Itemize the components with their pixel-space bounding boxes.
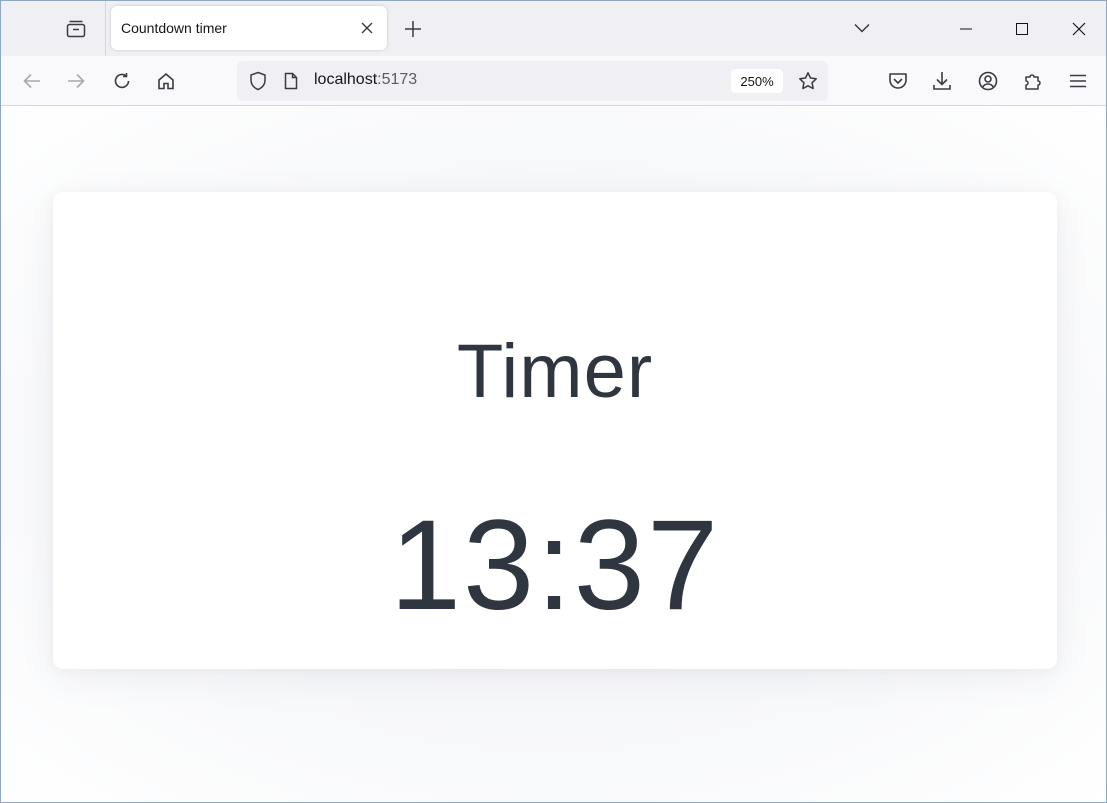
- plus-icon: [404, 20, 422, 38]
- download-icon: [932, 71, 952, 91]
- tab-manager-button[interactable]: [61, 14, 91, 44]
- tab-title: Countdown timer: [121, 20, 227, 36]
- new-tab-button[interactable]: [399, 15, 427, 43]
- maximize-button[interactable]: [999, 1, 1045, 56]
- url-host: localhost: [314, 71, 378, 88]
- tab-manager-icon: [66, 20, 86, 38]
- bookmark-star-icon[interactable]: [793, 66, 823, 96]
- back-button[interactable]: [17, 66, 47, 96]
- navigation-toolbar: localhost:5173 250%: [1, 56, 1106, 106]
- extensions-button[interactable]: [1018, 66, 1048, 96]
- pocket-button[interactable]: [883, 66, 913, 96]
- forward-button[interactable]: [61, 66, 91, 96]
- window-close-button[interactable]: [1056, 1, 1102, 56]
- account-button[interactable]: [973, 66, 1003, 96]
- close-icon: [361, 22, 373, 34]
- downloads-button[interactable]: [927, 66, 957, 96]
- chevron-down-icon: [854, 23, 870, 33]
- tab-countdown-timer[interactable]: Countdown timer: [111, 6, 387, 50]
- close-icon: [1072, 22, 1086, 36]
- puzzle-icon: [1023, 71, 1043, 91]
- reload-icon: [113, 72, 131, 90]
- list-all-tabs-button[interactable]: [849, 15, 875, 41]
- maximize-icon: [1016, 22, 1028, 35]
- home-button[interactable]: [151, 66, 181, 96]
- app-menu-button[interactable]: [1063, 66, 1093, 96]
- tracking-protection-shield-icon[interactable]: [243, 66, 273, 96]
- zoom-reset-button[interactable]: 250%: [731, 69, 783, 93]
- page-title: Timer: [456, 329, 654, 414]
- timer-card: Timer 13:37: [53, 192, 1057, 669]
- account-icon: [978, 71, 998, 91]
- minimize-button[interactable]: [943, 1, 989, 56]
- page-content: Timer 13:37: [1, 106, 1106, 802]
- home-icon: [157, 72, 175, 90]
- countdown-display: 13:37: [389, 494, 721, 637]
- page-info-icon[interactable]: [277, 66, 305, 96]
- tab-close-button[interactable]: [355, 16, 379, 40]
- url-text[interactable]: localhost:5173: [314, 71, 417, 89]
- arrow-right-icon: [67, 73, 85, 89]
- hamburger-menu-icon: [1069, 74, 1087, 88]
- tab-separator: [105, 1, 106, 56]
- url-bar[interactable]: localhost:5173 250%: [237, 61, 828, 101]
- reload-button[interactable]: [107, 66, 137, 96]
- arrow-left-icon: [23, 73, 41, 89]
- minimize-icon: [960, 28, 972, 30]
- browser-window: Countdown timer localhost:5173 250% Time…: [0, 0, 1107, 803]
- url-port: :5173: [377, 71, 418, 88]
- pocket-icon: [888, 72, 908, 90]
- tab-strip: Countdown timer: [1, 1, 1106, 56]
